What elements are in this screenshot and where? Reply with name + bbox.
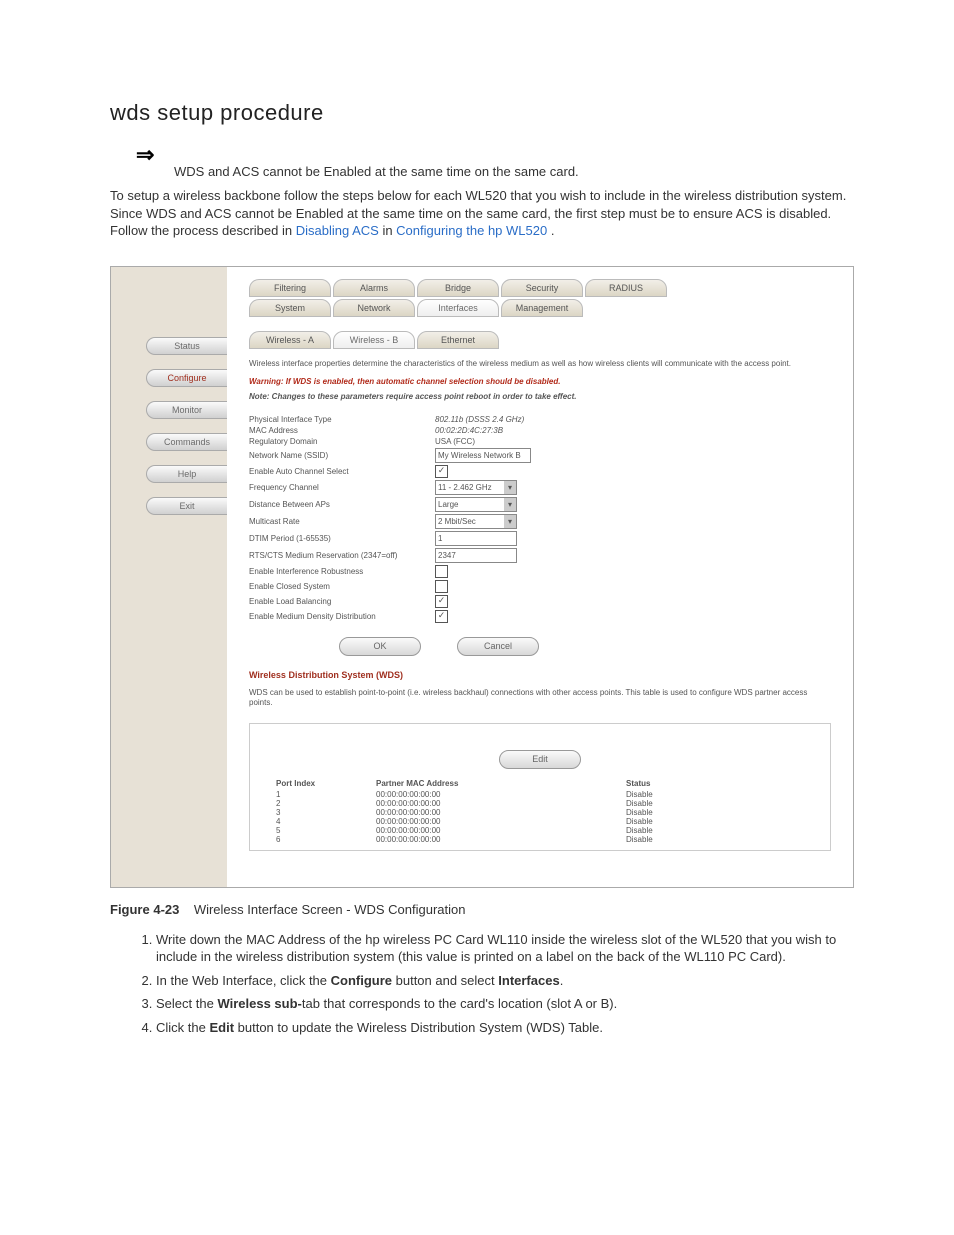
panel-warning: Warning: If WDS is enabled, then automat… (249, 377, 831, 386)
select-freq[interactable]: 11 - 2.462 GHz (435, 480, 517, 495)
value-reg: USA (FCC) (435, 437, 475, 446)
screenshot-figure: Status Configure Monitor Commands Help E… (110, 266, 854, 888)
sidebar: Status Configure Monitor Commands Help E… (111, 267, 227, 887)
step-3: Select the Wireless sub-tab that corresp… (156, 995, 854, 1013)
label-freq: Frequency Channel (249, 483, 435, 492)
label-phys-type: Physical Interface Type (249, 415, 435, 424)
cancel-button[interactable]: Cancel (457, 637, 539, 656)
tab-network[interactable]: Network (333, 299, 415, 317)
input-rts[interactable]: 2347 (435, 548, 517, 563)
sidebar-commands[interactable]: Commands (146, 433, 227, 451)
tab-security[interactable]: Security (501, 279, 583, 297)
sidebar-help[interactable]: Help (146, 465, 227, 483)
tab-system[interactable]: System (249, 299, 331, 317)
figure-caption: Figure 4-23 Wireless Interface Screen - … (110, 902, 854, 917)
label-dtim: DTIM Period (1-65535) (249, 534, 435, 543)
checkbox-lb[interactable]: ✓ (435, 595, 448, 608)
tab-wireless-a[interactable]: Wireless - A (249, 331, 331, 349)
input-ssid[interactable]: My Wireless Network B (435, 448, 531, 463)
panel-note: Note: Changes to these parameters requir… (249, 392, 831, 401)
select-dist[interactable]: Large (435, 497, 517, 512)
label-closed: Enable Closed System (249, 582, 435, 591)
sidebar-configure[interactable]: Configure (146, 369, 227, 387)
wds-th-status: Status (626, 779, 706, 788)
note-text: WDS and ACS cannot be Enabled at the sam… (174, 164, 854, 179)
value-mac: 00:02:2D:4C:27:3B (435, 426, 503, 435)
checkbox-intf[interactable] (435, 565, 448, 578)
tab-interfaces[interactable]: Interfaces (417, 299, 499, 317)
label-multi: Multicast Rate (249, 517, 435, 526)
select-multi[interactable]: 2 Mbit/Sec (435, 514, 517, 529)
label-lb: Enable Load Balancing (249, 597, 435, 606)
sidebar-status[interactable]: Status (146, 337, 227, 355)
steps-list: Write down the MAC Address of the hp wir… (110, 931, 854, 1037)
tab-bridge[interactable]: Bridge (417, 279, 499, 297)
tab-ethernet[interactable]: Ethernet (417, 331, 499, 349)
link-disabling-acs[interactable]: Disabling ACS (296, 223, 379, 238)
label-acs: Enable Auto Channel Select (249, 467, 435, 476)
tab-filtering[interactable]: Filtering (249, 279, 331, 297)
ok-button[interactable]: OK (339, 637, 421, 656)
step-1: Write down the MAC Address of the hp wir… (156, 931, 854, 966)
label-rts: RTS/CTS Medium Reservation (2347=off) (249, 551, 435, 560)
wds-th-mac: Partner MAC Address (376, 779, 626, 788)
sidebar-exit[interactable]: Exit (146, 497, 227, 515)
value-phys-type: 802.11b (DSSS 2.4 GHz) (435, 415, 524, 424)
step-4: Click the Edit button to update the Wire… (156, 1019, 854, 1037)
wds-heading: Wireless Distribution System (WDS) (249, 670, 831, 680)
label-ssid: Network Name (SSID) (249, 451, 435, 460)
wds-table: Edit Port Index Partner MAC Address Stat… (249, 723, 831, 851)
tab-radius[interactable]: RADIUS (585, 279, 667, 297)
edit-button[interactable]: Edit (499, 750, 581, 769)
intro-paragraph: To setup a wireless backbone follow the … (110, 187, 854, 240)
note-arrow-icon: ⇒ (136, 144, 154, 166)
label-dist: Distance Between APs (249, 500, 435, 509)
link-configuring-wl520[interactable]: Configuring the hp WL520 (396, 223, 547, 238)
main-panel: Filtering Alarms Bridge Security RADIUS … (227, 267, 853, 887)
panel-info: Wireless interface properties determine … (249, 359, 831, 369)
checkbox-mdd[interactable]: ✓ (435, 610, 448, 623)
wds-th-port: Port Index (276, 779, 376, 788)
sidebar-monitor[interactable]: Monitor (146, 401, 227, 419)
tab-management[interactable]: Management (501, 299, 583, 317)
wds-description: WDS can be used to establish point-to-po… (249, 688, 831, 709)
checkbox-closed[interactable] (435, 580, 448, 593)
label-reg: Regulatory Domain (249, 437, 435, 446)
step-2: In the Web Interface, click the Configur… (156, 972, 854, 990)
tab-alarms[interactable]: Alarms (333, 279, 415, 297)
label-intf: Enable Interference Robustness (249, 567, 435, 576)
label-mdd: Enable Medium Density Distribution (249, 612, 435, 621)
page-title: wds setup procedure (110, 100, 854, 126)
label-mac: MAC Address (249, 426, 435, 435)
checkbox-acs[interactable]: ✓ (435, 465, 448, 478)
tab-wireless-b[interactable]: Wireless - B (333, 331, 415, 349)
input-dtim[interactable]: 1 (435, 531, 517, 546)
